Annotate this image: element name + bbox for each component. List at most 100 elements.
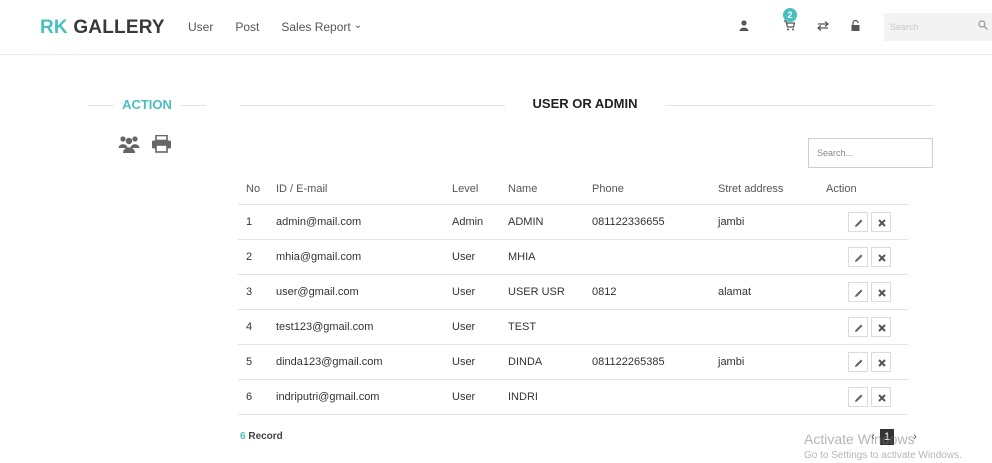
delete-button[interactable]: [871, 386, 891, 407]
nav-item-user[interactable]: User: [188, 20, 213, 34]
cart-count-badge: 2: [783, 8, 797, 22]
cell-phone: [584, 379, 710, 415]
cell-name: TEST: [500, 309, 584, 345]
cell-action: [818, 239, 908, 275]
header-search-input[interactable]: [884, 13, 992, 41]
cell-phone: 081122265385: [584, 344, 710, 380]
brand-accent: RK: [40, 17, 68, 38]
pencil-icon: [855, 359, 863, 367]
cell-name: DINDA: [500, 344, 584, 380]
delete-button[interactable]: [871, 351, 891, 372]
close-icon: [878, 323, 886, 332]
brand-name: GALLERY: [67, 17, 165, 38]
divider: [240, 105, 505, 106]
cell-no: 1: [238, 204, 268, 240]
table-row: 5 dinda123@gmail.com User DINDA 08112226…: [238, 344, 908, 380]
pencil-icon: [855, 254, 863, 262]
delete-button[interactable]: [871, 246, 891, 267]
cell-email: user@gmail.com: [268, 274, 444, 310]
edit-button[interactable]: [848, 211, 868, 232]
divider: [665, 105, 933, 106]
brand-logo[interactable]: RK GALLERY: [40, 17, 165, 39]
search-icon[interactable]: [978, 20, 988, 33]
delete-button[interactable]: [871, 211, 891, 232]
table-header-row: No ID / E-mail Level Name Phone Stret ad…: [238, 175, 908, 205]
column-header-level: Level: [444, 175, 500, 205]
user-icon[interactable]: [737, 20, 751, 34]
pencil-icon: [855, 289, 863, 297]
close-icon: [878, 393, 886, 402]
cell-phone: [584, 309, 710, 345]
edit-button[interactable]: [848, 316, 868, 337]
cell-action: [818, 274, 908, 310]
page-title: USER OR ADMIN: [532, 96, 638, 111]
cell-email: indriputri@gmail.com: [268, 379, 444, 415]
cell-address: [710, 379, 818, 415]
cell-email: mhia@gmail.com: [268, 239, 444, 275]
pencil-icon: [855, 324, 863, 332]
cell-no: 3: [238, 274, 268, 310]
cell-level: User: [444, 239, 500, 275]
cart-icon[interactable]: [782, 20, 796, 34]
column-header-name: Name: [500, 175, 584, 205]
transfer-icon[interactable]: [816, 20, 830, 34]
column-header-action: Action: [818, 175, 908, 205]
cell-level: User: [444, 344, 500, 380]
cell-email: test123@gmail.com: [268, 309, 444, 345]
cell-action: [818, 379, 908, 415]
close-icon: [878, 288, 886, 297]
users-table: No ID / E-mail Level Name Phone Stret ad…: [238, 175, 908, 415]
edit-button[interactable]: [848, 351, 868, 372]
cell-address: jambi: [710, 204, 818, 240]
table-row: 3 user@gmail.com User USER USR 0812 alam…: [238, 274, 908, 310]
cell-no: 5: [238, 344, 268, 380]
unlock-icon[interactable]: [848, 19, 862, 34]
close-icon: [878, 253, 886, 262]
cell-name: USER USR: [500, 274, 584, 310]
column-header-address: Stret address: [710, 175, 818, 205]
cell-level: User: [444, 274, 500, 310]
cell-level: User: [444, 309, 500, 345]
pencil-icon: [855, 394, 863, 402]
delete-button[interactable]: [871, 281, 891, 302]
edit-button[interactable]: [848, 386, 868, 407]
cell-name: INDRI: [500, 379, 584, 415]
cell-action: [818, 204, 908, 240]
table-row: 6 indriputri@gmail.com User INDRI: [238, 379, 908, 415]
windows-activation-hint: Go to Settings to activate Windows.: [804, 450, 962, 461]
column-header-email: ID / E-mail: [268, 175, 444, 205]
cell-address: jambi: [710, 344, 818, 380]
cell-name: ADMIN: [500, 204, 584, 240]
close-icon: [878, 218, 886, 227]
cell-action: [818, 309, 908, 345]
edit-button[interactable]: [848, 281, 868, 302]
cell-phone: 0812: [584, 274, 710, 310]
record-count: 6 Record: [240, 431, 283, 442]
table-search-input[interactable]: [808, 138, 933, 168]
users-group-icon[interactable]: [118, 135, 140, 153]
cell-no: 2: [238, 239, 268, 275]
nav-item-sales-report[interactable]: Sales Report: [281, 20, 362, 34]
column-header-no: No: [238, 175, 268, 205]
print-icon[interactable]: [151, 134, 173, 153]
table-row: 1 admin@mail.com Admin ADMIN 08112233665…: [238, 204, 908, 240]
table-row: 2 mhia@gmail.com User MHIA: [238, 239, 908, 275]
delete-button[interactable]: [871, 316, 891, 337]
cell-action: [818, 344, 908, 380]
nav-item-post[interactable]: Post: [235, 20, 259, 34]
windows-activation-watermark: Activate Windows: [804, 431, 915, 447]
close-icon: [878, 358, 886, 367]
cell-phone: 081122336655: [584, 204, 710, 240]
cell-level: User: [444, 379, 500, 415]
table-row: 4 test123@gmail.com User TEST: [238, 309, 908, 345]
cell-no: 6: [238, 379, 268, 415]
pencil-icon: [855, 219, 863, 227]
column-header-phone: Phone: [584, 175, 710, 205]
top-navbar: RK GALLERY User Post Sales Report 2: [0, 0, 992, 55]
record-count-label: Record: [245, 431, 283, 442]
cell-email: dinda123@gmail.com: [268, 344, 444, 380]
cell-address: [710, 309, 818, 345]
main-nav: User Post Sales Report: [188, 20, 384, 34]
cell-address: [710, 239, 818, 275]
edit-button[interactable]: [848, 246, 868, 267]
